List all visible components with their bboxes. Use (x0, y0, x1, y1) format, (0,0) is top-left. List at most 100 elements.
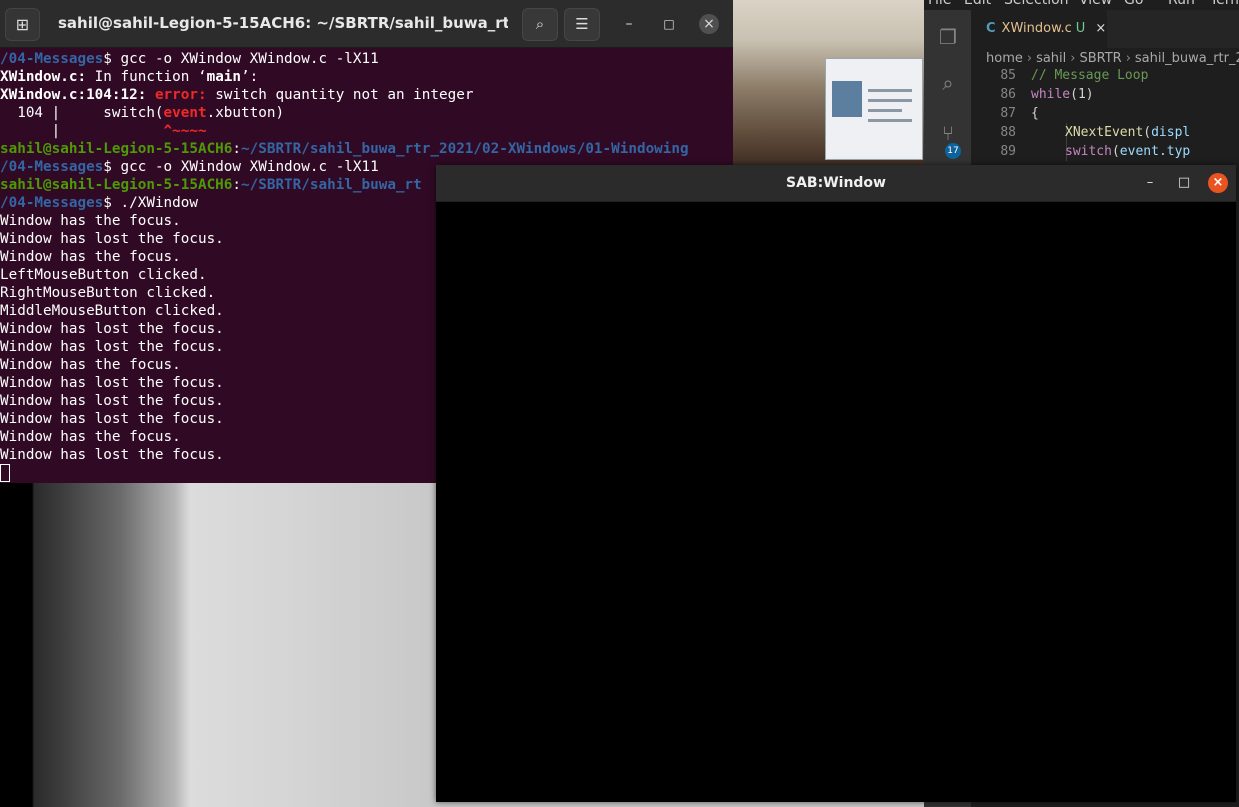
code-token: { (1031, 106, 1039, 121)
code-line[interactable]: 86 while(1) (971, 85, 1239, 104)
c-file-icon: C (986, 21, 996, 36)
maximize-icon[interactable]: □ (659, 14, 679, 34)
terminal-text: 104 | switch( (0, 105, 164, 121)
x-window-canvas[interactable] (436, 202, 1236, 802)
terminal-text: Window has the focus. (0, 429, 181, 445)
menu-item-termi[interactable]: Termi (1210, 0, 1239, 8)
search-icon[interactable]: ⌕ (935, 70, 961, 96)
chevron-right-icon: › (1070, 51, 1076, 66)
code-line[interactable]: 88 XNextEvent(displ (971, 123, 1239, 142)
terminal-text: ~/SBRTR/sahil_buwa_rt (241, 177, 422, 193)
line-number: 89 (1000, 144, 1016, 159)
maximize-icon[interactable]: □ (1174, 173, 1194, 193)
code-token: // Message Loop (1031, 68, 1149, 83)
menu-item-go[interactable]: Go (1124, 0, 1143, 8)
terminal-text: $ gcc -o XWindow XWindow.c -lX11 (103, 159, 379, 175)
close-icon[interactable]: × (699, 14, 719, 34)
terminal-text: LeftMouseButton clicked. (0, 267, 207, 283)
vscode-menubar[interactable]: File Edit Selection View Go Run Termi (924, 0, 1239, 10)
terminal-line: XWindow.c:104:12: error: switch quantity… (0, 86, 733, 104)
tab-status: U (1075, 21, 1086, 36)
terminal-text: /04-Messages (0, 159, 104, 175)
terminal-cursor (0, 464, 10, 482)
chevron-right-icon: › (1026, 51, 1033, 66)
terminal-header-bar: ⊞ sahil@sahil-Legion-5-15ACH6: ~/SBRTR/s… (0, 0, 733, 48)
menu-item-view[interactable]: View (1079, 0, 1112, 8)
code-token: event (1119, 144, 1159, 159)
line-number: 87 (1000, 106, 1016, 121)
terminal-text: RightMouseButton clicked. (0, 285, 216, 301)
breadcrumb[interactable]: home › sahil › SBRTR › sahil_buwa_rtr_2 (986, 51, 1239, 66)
terminal-text: Window has lost the focus. (0, 375, 224, 391)
terminal-text: | (0, 123, 164, 139)
terminal-text: switch quantity not an integer (206, 87, 474, 103)
explorer-icon[interactable]: ❐ (935, 24, 961, 50)
terminal-text: ^~~~~ (163, 123, 207, 139)
terminal-text: : (232, 141, 242, 157)
background-poster (825, 58, 923, 160)
breadcrumb-item[interactable]: sahil (1036, 51, 1066, 66)
minimize-icon[interactable]: – (619, 14, 639, 34)
source-control-icon[interactable]: ⑂ (935, 120, 961, 146)
terminal-line: sahil@sahil-Legion-5-15ACH6:~/SBRTR/sahi… (0, 140, 733, 158)
close-icon[interactable]: × (1095, 21, 1106, 36)
code-editor[interactable]: 85 // Message Loop 86 while(1) 87 {88 XNextEve… (971, 66, 1239, 161)
search-icon[interactable]: ⌕ (522, 8, 558, 41)
menu-item-edit[interactable]: Edit (964, 0, 991, 8)
vscode-tab-bar: C XWindow.c U × (971, 10, 1239, 48)
code-token: XNextEvent (1065, 125, 1144, 140)
terminal-text: Window has lost the focus. (0, 393, 224, 409)
tab-label: XWindow.c (1001, 21, 1072, 36)
source-control-badge: 17 (945, 143, 961, 159)
terminal-line: /04-Messages$ gcc -o XWindow XWindow.c -… (0, 50, 733, 68)
code-line[interactable]: 89 switch(event.typ (971, 142, 1239, 161)
breadcrumb-item[interactable]: SBRTR (1079, 51, 1121, 66)
terminal-text: MiddleMouseButton clicked. (0, 303, 224, 319)
terminal-text: XWindow.c:104:12: (0, 87, 155, 103)
terminal-text: Window has lost the focus. (0, 447, 224, 463)
x-window-titlebar[interactable]: SAB:Window – □ × (436, 165, 1236, 202)
terminal-text: Window has the focus. (0, 213, 181, 229)
menu-item-run[interactable]: Run (1168, 0, 1195, 8)
terminal-text: error: (154, 87, 207, 103)
line-number: 85 (1000, 68, 1016, 83)
terminal-text: $ gcc -o XWindow XWindow.c -lX11 (103, 51, 379, 67)
terminal-title: sahil@sahil-Legion-5-15ACH6: ~/SBRTR/sah… (58, 14, 508, 32)
x-window-title: SAB:Window (786, 175, 886, 191)
line-number: 88 (1000, 125, 1016, 140)
terminal-text: event (163, 105, 207, 121)
x-window[interactable]: SAB:Window – □ × (436, 165, 1236, 802)
code-line[interactable]: 85 // Message Loop (971, 66, 1239, 85)
breadcrumb-item[interactable]: sahil_buwa_rtr_2 (1135, 51, 1239, 66)
close-icon[interactable]: × (1208, 173, 1228, 193)
terminal-text: .xbutton) (206, 105, 285, 121)
terminal-text: Window has lost the focus. (0, 411, 224, 427)
menu-item-file[interactable]: File (928, 0, 951, 8)
terminal-text: : (232, 177, 242, 193)
code-token: displ (1151, 125, 1191, 140)
tab-xwindow-c[interactable]: C XWindow.c U × (971, 10, 1107, 48)
line-number: 86 (1000, 87, 1016, 102)
menu-item-selection[interactable]: Selection (1004, 0, 1069, 8)
terminal-text: Window has the focus. (0, 357, 181, 373)
code-token: (1) (1070, 87, 1094, 102)
terminal-text: Window has lost the focus. (0, 339, 224, 355)
chevron-right-icon: › (1125, 51, 1131, 66)
hamburger-menu-icon[interactable]: ☰ (564, 8, 600, 41)
terminal-text: ’: (241, 69, 259, 85)
code-line[interactable]: 87 { (971, 104, 1239, 123)
minimize-icon[interactable]: – (1140, 173, 1160, 193)
breadcrumb-item[interactable]: home (986, 51, 1023, 66)
terminal-line: XWindow.c: In function ‘main’: (0, 68, 733, 86)
terminal-text: $ ./XWindow (103, 195, 198, 211)
terminal-text: sahil@sahil-Legion-5-15ACH6 (0, 177, 233, 193)
terminal-text: Window has lost the focus. (0, 231, 224, 247)
terminal-text: In function ‘ (86, 69, 207, 85)
terminal-line: | ^~~~~ (0, 122, 733, 140)
terminal-text: ~/SBRTR/sahil_buwa_rtr_2021/02-XWindows/… (241, 141, 689, 157)
terminal-text: Window has lost the focus. (0, 321, 224, 337)
new-tab-icon[interactable]: ⊞ (5, 8, 40, 41)
terminal-text: Window has the focus. (0, 249, 181, 265)
code-token: switch (1065, 144, 1112, 159)
code-token: ( (1143, 125, 1152, 140)
